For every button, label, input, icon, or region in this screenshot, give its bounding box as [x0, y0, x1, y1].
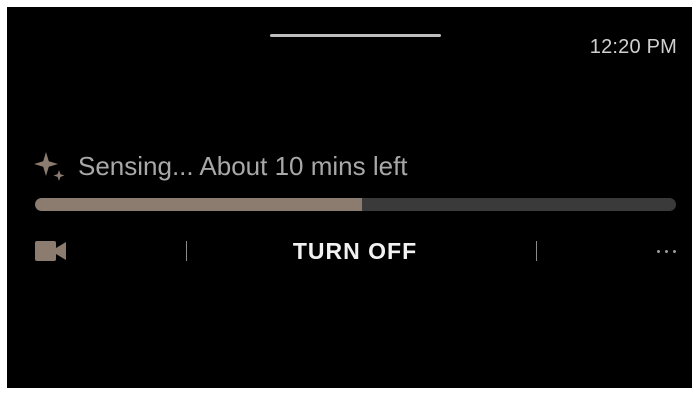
sensing-status-row: Sensing... About 10 mins left: [32, 148, 408, 184]
drag-handle[interactable]: [270, 34, 441, 37]
sparkle-icon: [34, 152, 65, 181]
sensing-panel: 12:20 PM Sensing... About 10 mins left T…: [7, 7, 692, 388]
camera-button[interactable]: [35, 237, 75, 265]
turn-off-button[interactable]: TURN OFF: [237, 233, 473, 269]
controls-row: TURN OFF: [35, 233, 676, 269]
sensing-status-text: Sensing... About 10 mins left: [78, 150, 408, 181]
more-options-icon-dot: [665, 249, 668, 253]
divider-right: [536, 241, 537, 261]
more-options-button[interactable]: [640, 237, 676, 265]
more-options-icon-dot: [673, 249, 676, 253]
sensing-progress-bar: [35, 198, 676, 211]
video-camera-icon: [35, 241, 66, 261]
divider-left: [186, 241, 187, 261]
sensing-progress-fill: [35, 198, 362, 211]
more-options-icon: [657, 249, 660, 253]
status-time: 12:20 PM: [589, 36, 677, 58]
sparkle-small: [53, 170, 65, 181]
sparkle-large: [34, 152, 58, 176]
